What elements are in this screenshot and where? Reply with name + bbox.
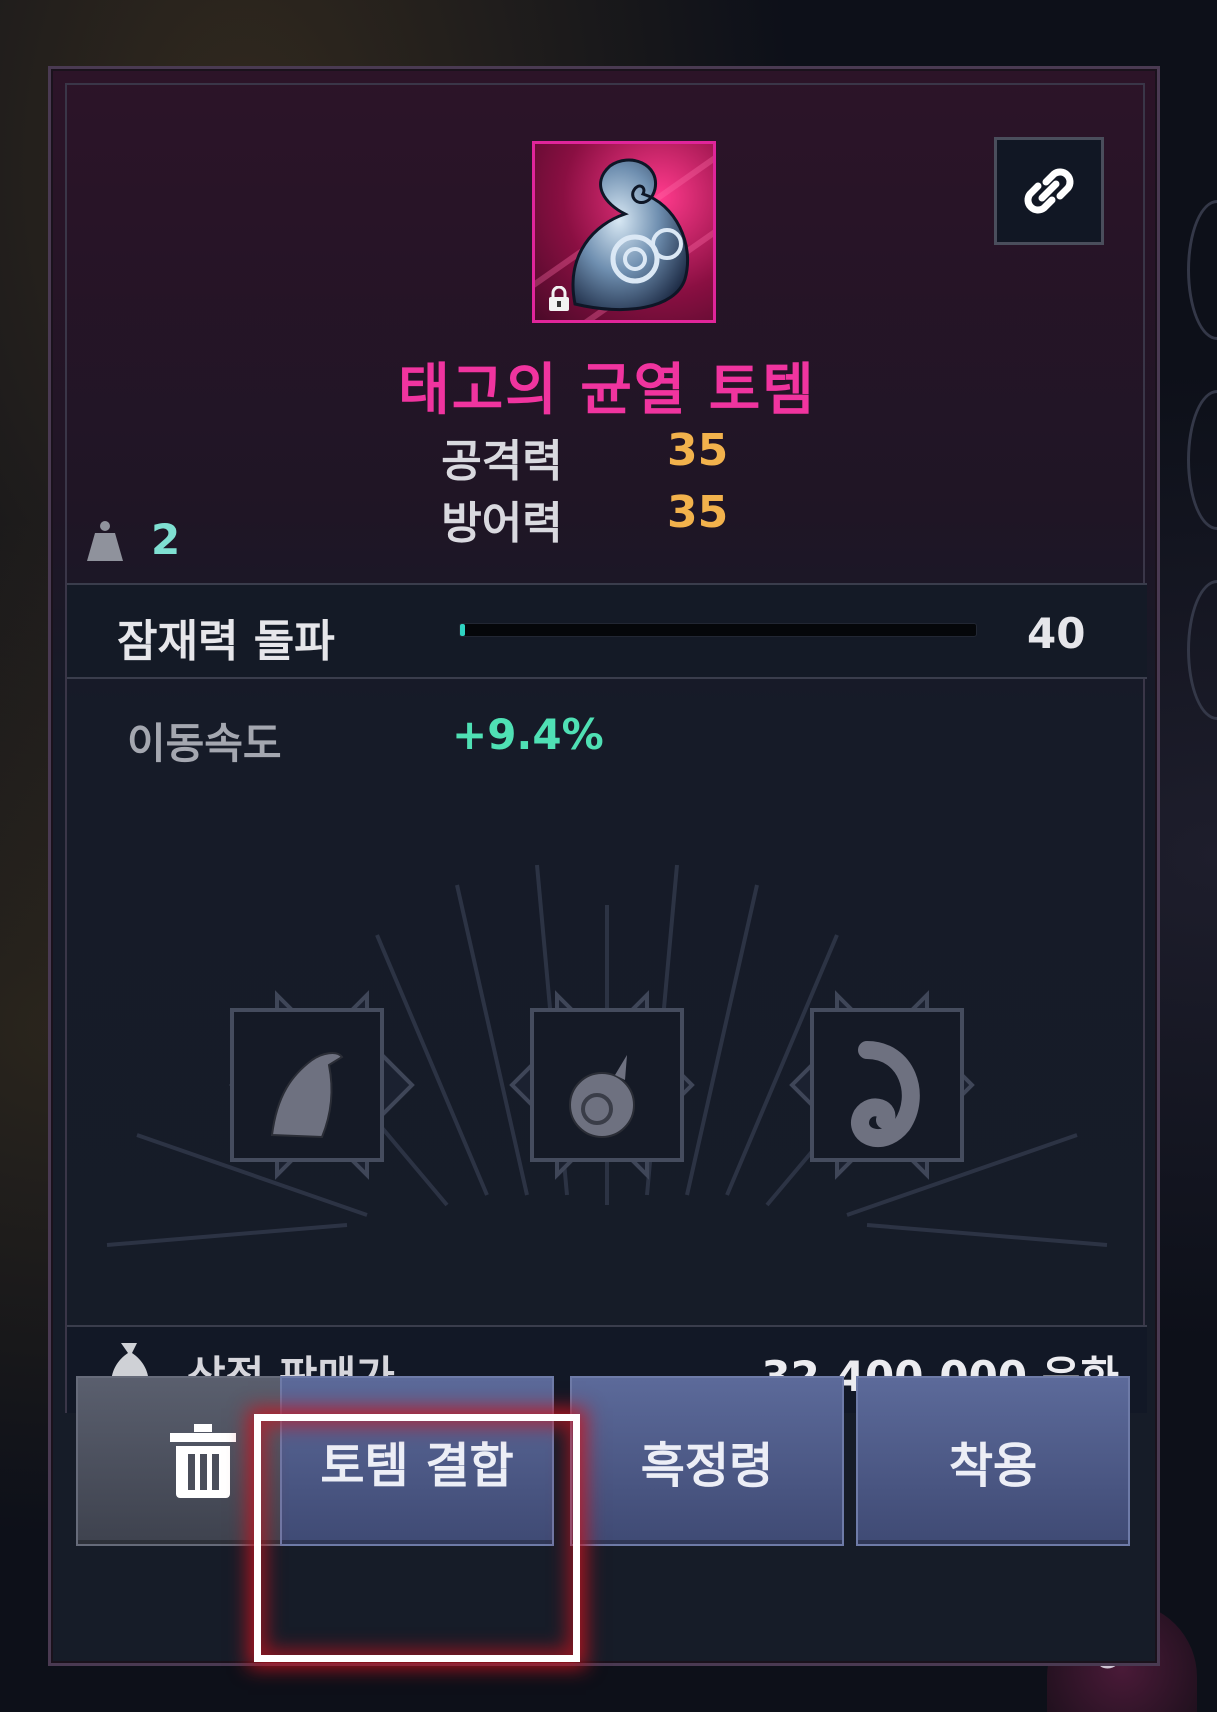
item-icon[interactable] [532,141,716,323]
attack-label: 공격력 [441,436,563,487]
background-ring [1187,580,1217,720]
highlight-box [254,1414,580,1662]
totem-sockets-area [106,864,1108,1247]
link-button[interactable] [994,137,1104,245]
item-info-frame: 태고의 균열 토템 공격력 35 방어력 35 2 잠재력 돌파 40 이동속도… [65,83,1147,1413]
potential-breakthrough-row: 잠재력 돌파 40 [67,585,1147,677]
item-name: 태고의 균열 토템 [398,358,816,423]
background-ring [1187,200,1217,340]
potential-label: 잠재력 돌파 [117,616,335,667]
defense-label: 방어력 [441,498,563,549]
black-spirit-button[interactable]: 흑정령 [570,1376,844,1546]
potential-progress-fill [460,624,466,636]
potential-progress-bar [459,623,977,637]
equip-button[interactable]: 착용 [856,1376,1130,1546]
item-weight: 2 [151,515,181,564]
divider [67,677,1147,679]
trash-icon [170,1424,236,1498]
socket-2[interactable] [509,990,695,1180]
potential-value: 40 [1027,609,1086,658]
defense-value: 35 [667,487,729,538]
lock-icon [549,286,569,311]
socket-3[interactable] [789,990,975,1180]
socket-1[interactable] [229,990,415,1180]
attack-value: 35 [667,425,729,476]
weight-icon [87,521,123,561]
effect-label: 이동속도 [127,719,282,768]
background-ring [1187,390,1217,530]
effect-value: +9.4% [452,710,604,759]
link-icon [1024,168,1074,214]
